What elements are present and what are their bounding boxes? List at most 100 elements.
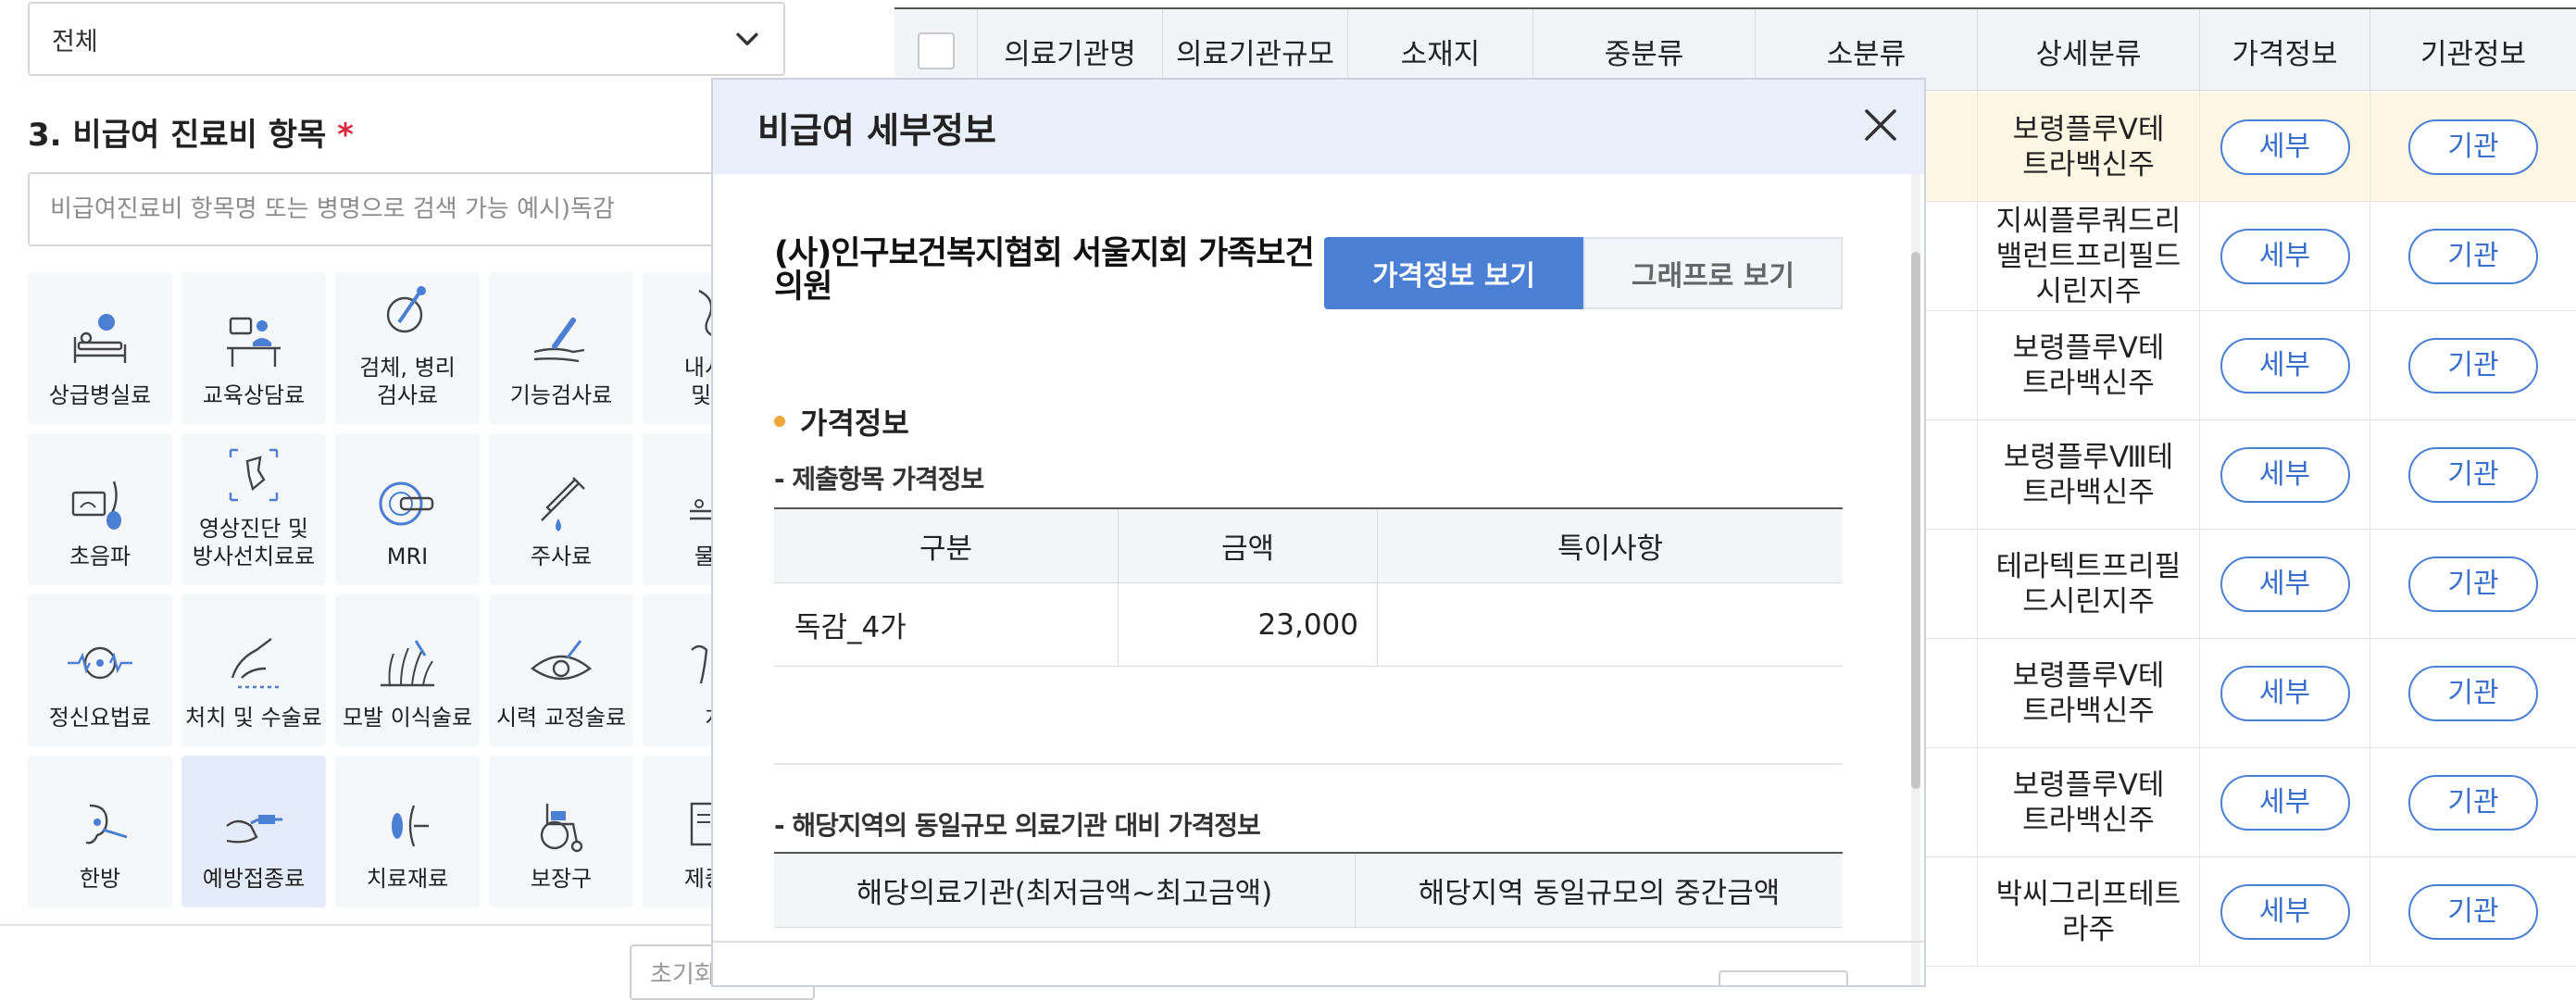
cell-institution-info: 기관 (2370, 202, 2576, 311)
cell-price-info: 세부 (2200, 857, 2370, 967)
cell-institution-info: 기관 (2370, 857, 2576, 967)
institution-button[interactable]: 기관 (2408, 447, 2538, 503)
modal-header: 비급여 세부정보 (713, 80, 1924, 174)
close-icon[interactable] (1857, 102, 1904, 148)
region-select[interactable]: 전체 (28, 2, 785, 76)
table-row: 독감_4가 23,000 (774, 583, 1843, 667)
institution-button[interactable]: 기관 (2408, 229, 2538, 284)
wheelchair-icon (540, 804, 583, 853)
item-search-input[interactable] (28, 172, 785, 246)
col-institution-range-header: 해당의료기관(최저금액~최고금액) (774, 854, 1356, 927)
category-vision-correction[interactable]: 시력 교정술료 (489, 594, 633, 746)
region-select-value: 전체 (52, 27, 98, 56)
cell-institution-info: 기관 (2370, 93, 2576, 202)
brain-wave-icon (68, 646, 132, 680)
cell-detail-category: 보령플루Ⅴ테 트라백신주 (1978, 748, 2200, 857)
panel-divider (0, 924, 824, 926)
institution-button[interactable]: 기관 (2408, 666, 2538, 721)
cell-detail-category: 박씨그리프테트 라주 (1978, 857, 2200, 967)
surgery-hand-icon (231, 638, 281, 689)
scrollbar-thumb[interactable] (1911, 252, 1920, 789)
section-title: 3. 비급여 진료비 항목 * (28, 117, 354, 154)
tab-price-info[interactable]: 가격정보 보기 (1324, 237, 1583, 309)
detail-button[interactable]: 세부 (2220, 775, 2350, 831)
ultrasound-icon (71, 481, 121, 530)
cell-price-info: 세부 (2200, 311, 2370, 420)
category-assistive-device[interactable]: 보장구 (489, 756, 633, 907)
cell-institution-info: 기관 (2370, 748, 2576, 857)
cell-type: 독감_4가 (774, 583, 1119, 666)
cell-detail-category: 지씨플루쿼드리 밸런트프리필드 시린지주 (1978, 202, 2200, 311)
eye-correction-icon (531, 640, 592, 681)
cell-detail-category: 보령플루Ⅷ테 트라백신주 (1978, 420, 2200, 530)
select-all-checkbox[interactable] (917, 32, 955, 69)
category-injection[interactable]: 주사료 (489, 433, 633, 585)
institution-button[interactable]: 기관 (2408, 556, 2538, 612)
category-specimen-pathology[interactable]: 검체, 병리 검사료 (335, 272, 480, 424)
header-detail-category[interactable]: 상세분류 (1978, 9, 2200, 93)
category-oriental-medicine[interactable]: 한방 (28, 756, 172, 907)
cell-detail-category: 보령플루Ⅴ테 트라백신주 (1978, 93, 2200, 202)
cell-price-info: 세부 (2200, 748, 2370, 857)
submitted-price-table: 구분 금액 특이사항 독감_4가 23,000 (774, 507, 1843, 667)
detail-button[interactable]: 세부 (2220, 338, 2350, 394)
institution-button[interactable]: 기관 (2408, 338, 2538, 394)
category-grid: 상급병실료 교육상담료 검체, 병리 검사료 기능검사료 및 초음파 영상진단 … (28, 272, 824, 915)
category-psychotherapy[interactable]: 정신요법료 (28, 594, 172, 746)
detail-button[interactable]: 세부 (2220, 556, 2350, 612)
acupuncture-ear-icon (85, 804, 128, 844)
category-hair-transplant[interactable]: 모발 이식술료 (335, 594, 480, 746)
institution-name: (사)인구보건복지협회 서울지회 가족보건의원 (774, 235, 1315, 306)
syringe-icon (541, 477, 585, 531)
modal-footer-divider (713, 941, 1924, 943)
col-type-header: 구분 (774, 509, 1119, 582)
vaccination-arm-icon (226, 815, 282, 844)
xray-imaging-icon (229, 448, 279, 502)
table-header-row: 구분 금액 특이사항 (774, 509, 1843, 583)
comparison-heading: - 해당지역의 동일규모 의료기관 대비 가격정보 (774, 810, 1261, 841)
category-vaccination[interactable]: 예방접종료 (181, 756, 326, 907)
institution-button[interactable]: 기관 (2408, 884, 2538, 940)
detail-button[interactable]: 세부 (2220, 119, 2350, 175)
cell-detail-category: 보령플루Ⅴ테 트라백신주 (1978, 639, 2200, 748)
modal-scrollbar[interactable] (1911, 174, 1920, 985)
submitted-price-heading: - 제출항목 가격정보 (774, 464, 984, 494)
cell-institution-info: 기관 (2370, 420, 2576, 530)
header-price-info: 가격정보 (2200, 9, 2370, 93)
treatment-material-icon (392, 805, 429, 847)
mri-scanner-icon (379, 481, 434, 526)
detail-button[interactable]: 세부 (2220, 447, 2350, 503)
cell-price-info: 세부 (2200, 639, 2370, 748)
cell-detail-category: 보령플루Ⅴ테 트라백신주 (1978, 311, 2200, 420)
tab-graph-view[interactable]: 그래프로 보기 (1583, 237, 1843, 309)
category-function-test[interactable]: 기능검사료 (489, 272, 633, 424)
detail-button[interactable]: 세부 (2220, 229, 2350, 284)
cell-price-info: 세부 (2200, 93, 2370, 202)
modal-title: 비급여 세부정보 (757, 109, 996, 151)
chevron-down-icon (736, 32, 758, 45)
bullet-dot (774, 416, 785, 427)
comparison-table: 해당의료기관(최저금액~최고금액) 해당지역 동일규모의 중간금액 (774, 852, 1843, 928)
category-semi-private-room[interactable]: 상급병실료 (28, 272, 172, 424)
consultation-desk-icon (227, 317, 281, 367)
category-treatment-material[interactable]: 치료재료 (335, 756, 480, 907)
category-imaging-radiation[interactable]: 영상진단 및 방사선치료료 (181, 433, 326, 585)
modal-footer-button[interactable] (1719, 970, 1848, 985)
table-header-row: 해당의료기관(최저금액~최고금액) 해당지역 동일규모의 중간금액 (774, 854, 1843, 928)
non-covered-detail-modal: 비급여 세부정보 (사)인구보건복지협회 서울지회 가족보건의원 가격정보 보기… (711, 78, 1926, 987)
detail-button[interactable]: 세부 (2220, 884, 2350, 940)
view-tabs: 가격정보 보기 그래프로 보기 (1324, 237, 1843, 309)
institution-button[interactable]: 기관 (2408, 775, 2538, 831)
institution-button[interactable]: 기관 (2408, 119, 2538, 175)
category-education-consult[interactable]: 교육상담료 (181, 272, 326, 424)
price-section-title: 가격정보 (774, 400, 909, 443)
cell-institution-info: 기관 (2370, 530, 2576, 639)
category-ultrasound[interactable]: 초음파 (28, 433, 172, 585)
cell-price-info: 세부 (2200, 420, 2370, 530)
arm-test-icon (533, 318, 585, 363)
lab-specimen-icon (386, 286, 426, 333)
category-mri[interactable]: MRI (335, 433, 480, 585)
cell-price-info: 세부 (2200, 530, 2370, 639)
category-treatment-surgery[interactable]: 처치 및 수술료 (181, 594, 326, 746)
detail-button[interactable]: 세부 (2220, 666, 2350, 721)
